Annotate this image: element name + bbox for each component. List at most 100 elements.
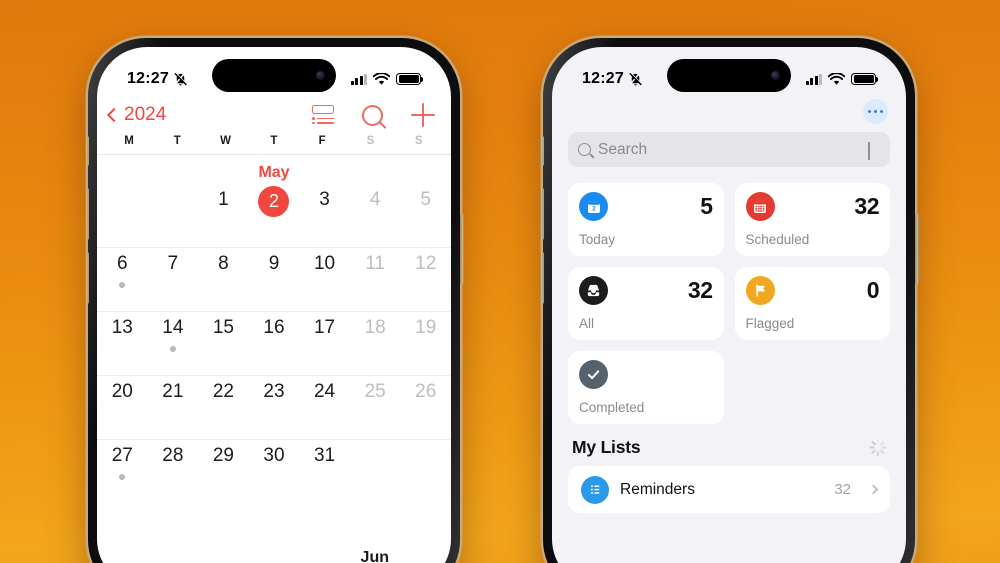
- card-label: Completed: [579, 400, 645, 415]
- calendar-day-cell[interactable]: 17: [299, 312, 350, 375]
- calendar-day-cell[interactable]: 29: [198, 440, 249, 503]
- calendar-week-row: 1 2 3 4 5: [97, 184, 451, 248]
- plus-icon[interactable]: [411, 103, 435, 127]
- calendar-day-cell[interactable]: 28: [148, 440, 199, 503]
- inbox-tray-icon: [579, 276, 608, 305]
- calendar-day-cell[interactable]: 18: [350, 312, 401, 375]
- day-number: 20: [111, 381, 133, 402]
- calendar-day-cell[interactable]: 4: [350, 184, 401, 247]
- calendar-week-row: 13 14 15 16 17 18 19: [97, 312, 451, 376]
- calendar-day-cell[interactable]: 9: [249, 248, 300, 311]
- day-number: 12: [415, 253, 437, 274]
- calendar-day-cell[interactable]: 14: [148, 312, 199, 375]
- chevron-left-icon: [106, 107, 122, 123]
- card-label: Today: [579, 232, 616, 247]
- next-month-label: Jun: [360, 549, 389, 563]
- calendar-day-cell[interactable]: 26: [400, 376, 451, 439]
- back-to-year-button[interactable]: 2024: [106, 104, 166, 126]
- volume-up-button[interactable]: [539, 188, 544, 240]
- list-item[interactable]: Reminders 32: [568, 466, 890, 513]
- weekday-label: T: [173, 135, 182, 147]
- calendar-day-cell[interactable]: 20: [97, 376, 148, 439]
- smart-list-card[interactable]: Completed: [568, 351, 724, 424]
- calendar-day-cell[interactable]: 6: [97, 248, 148, 311]
- calendar-day-cell[interactable]: 23: [249, 376, 300, 439]
- weekday-label: S: [366, 135, 375, 147]
- calendar-day-cell[interactable]: 7: [148, 248, 199, 311]
- calendar-day-cell[interactable]: 13: [97, 312, 148, 375]
- calendar-day-cell[interactable]: 1: [198, 184, 249, 247]
- calendar-toolbar-actions: [312, 103, 435, 127]
- smart-list-card[interactable]: 0 Flagged: [734, 267, 890, 340]
- iphone-calendar-device: 12:27 2024 M T W T F S S May 1 2 3 4 5 6…: [84, 38, 464, 563]
- list-view-icon[interactable]: [312, 105, 334, 125]
- smart-list-card[interactable]: 32 Scheduled: [734, 183, 890, 256]
- card-header: 25: [579, 192, 713, 221]
- calendar-day-cell[interactable]: 11: [350, 248, 401, 311]
- smart-list-card[interactable]: 2 5 Today: [568, 183, 724, 256]
- calendar-day-cell[interactable]: 30: [249, 440, 300, 503]
- calendar-day-cell[interactable]: 31: [299, 440, 350, 503]
- bell-slash-icon: [174, 71, 188, 85]
- calendar-day-cell[interactable]: 12: [400, 248, 451, 311]
- calendar-day-cell[interactable]: 24: [299, 376, 350, 439]
- calendar-day-cell[interactable]: 15: [198, 312, 249, 375]
- my-lists-title: My Lists: [572, 437, 641, 457]
- calendar-day-cell[interactable]: 2: [249, 184, 300, 247]
- calendar-day-cell[interactable]: 3: [299, 184, 350, 247]
- calendar-day-cell[interactable]: 8: [198, 248, 249, 311]
- calendar-day-cell[interactable]: 22: [198, 376, 249, 439]
- calendar-day-cell[interactable]: 21: [148, 376, 199, 439]
- list-count: 32: [834, 481, 851, 498]
- volume-down-button[interactable]: [84, 252, 89, 304]
- silent-switch[interactable]: [539, 136, 544, 166]
- calendar-day-cell[interactable]: 27: [97, 440, 148, 503]
- weekday-label: W: [220, 135, 232, 147]
- day-number: 17: [313, 317, 336, 338]
- calendar-day-cell[interactable]: 10: [299, 248, 350, 311]
- silent-switch[interactable]: [84, 136, 89, 166]
- card-header: 32: [579, 276, 713, 305]
- card-count: 5: [700, 193, 713, 219]
- ellipsis-circle-icon[interactable]: [863, 99, 888, 124]
- calendar-icon: [745, 192, 775, 221]
- reminders-smart-lists: 2 5 Today 32 Scheduled 32 All 0 Flagged Completed: [552, 167, 906, 424]
- month-title: May: [258, 164, 290, 181]
- smart-list-card[interactable]: 32 All: [568, 267, 724, 340]
- day-number: 13: [111, 317, 133, 338]
- power-button[interactable]: [459, 214, 464, 284]
- wifi-icon: [828, 72, 845, 85]
- calendar-day-cell[interactable]: 19: [400, 312, 451, 375]
- day-number: 11: [365, 253, 385, 274]
- day-number: 9: [268, 253, 280, 274]
- volume-down-button[interactable]: [539, 252, 544, 304]
- day-number: 18: [364, 317, 386, 338]
- power-button[interactable]: [914, 214, 919, 284]
- bell-slash-icon: [629, 71, 643, 85]
- calendar-day-cell[interactable]: 16: [249, 312, 300, 375]
- calendar-day-cell[interactable]: 25: [350, 376, 401, 439]
- event-dot-indicator: [119, 473, 126, 480]
- status-bar-left: 12:27: [97, 47, 451, 97]
- volume-up-button[interactable]: [84, 188, 89, 240]
- day-number: 26: [415, 381, 437, 402]
- event-dot-indicator: [169, 345, 176, 352]
- search-field[interactable]: Search: [568, 132, 890, 167]
- day-number: 3: [319, 189, 330, 210]
- card-count: 32: [687, 277, 713, 303]
- day-number: 28: [162, 445, 184, 466]
- calendar-day-cell[interactable]: 5: [400, 184, 451, 247]
- status-time-group: 12:27: [127, 70, 188, 88]
- dynamic-island: [212, 59, 336, 92]
- calendar-navigation-bar: 2024: [97, 97, 451, 131]
- day-number: 5: [420, 189, 431, 210]
- calendar-month-grid[interactable]: 1 2 3 4 5 6 7 8 9 10 11 12 13 14 15 16 17 18 19 20 21 22 23 24 2…: [97, 184, 451, 563]
- iphone-reminders-device: 12:27 Search 2 5 Today 32 Scheduled 32 A…: [539, 38, 919, 563]
- reminders-screen: 12:27 Search 2 5 Today 32 Scheduled 32 A…: [552, 47, 906, 563]
- calendar-week-row: 20 21 22 23 24 25 26: [97, 376, 451, 440]
- microphone-icon[interactable]: [868, 142, 878, 160]
- search-icon[interactable]: [362, 104, 383, 126]
- day-number: 23: [263, 381, 285, 402]
- calendar-app: 12:27 2024 M T W T F S S May 1 2 3 4 5 6…: [97, 47, 451, 563]
- front-camera-icon: [316, 71, 325, 80]
